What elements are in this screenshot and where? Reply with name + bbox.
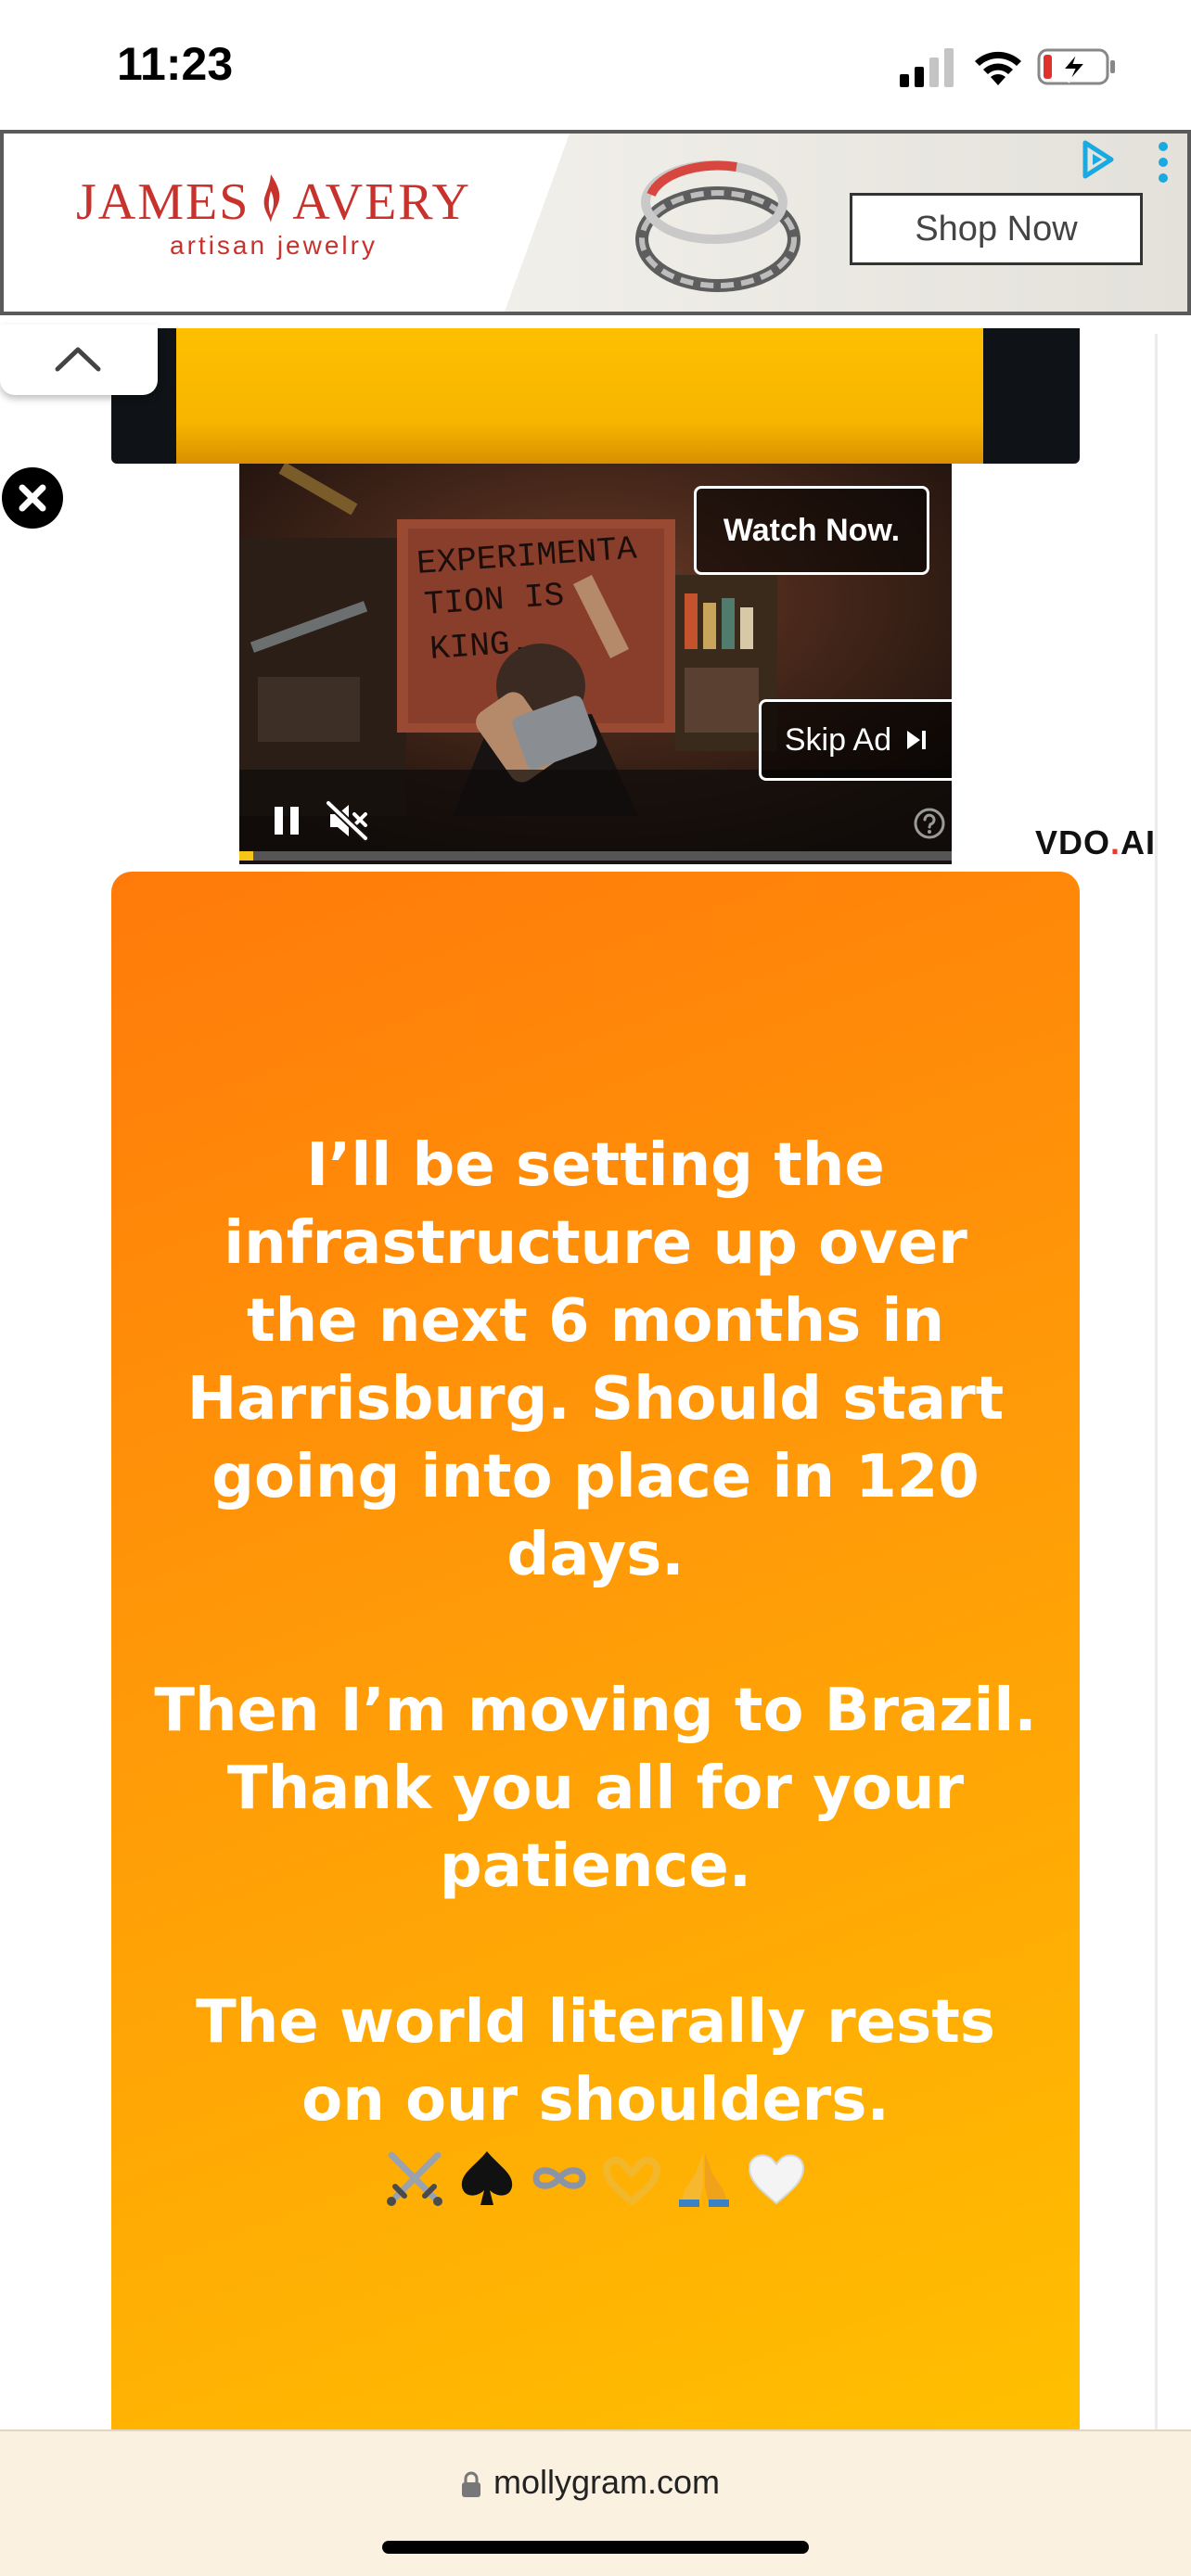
- story-text: I’ll be setting the infrastructure up ov…: [139, 1127, 1052, 2217]
- story-emoji-row: [139, 2139, 1052, 2217]
- crossed-swords-icon: [382, 2146, 447, 2211]
- folded-hands-icon: [672, 2146, 736, 2211]
- vdo-ai-logo[interactable]: VDO.AI: [1035, 823, 1156, 862]
- help-icon[interactable]: [913, 807, 946, 840]
- vdo-logo-name: VDO: [1035, 823, 1111, 861]
- lock-icon: [462, 2471, 480, 2497]
- white-heart-icon: [744, 2146, 809, 2211]
- adchoices-icon[interactable]: [1080, 139, 1117, 180]
- vertical-dots-icon[interactable]: [1154, 139, 1172, 185]
- video-ad-player[interactable]: EXPERIMENTA TION IS KING. Watch Now. Ski…: [239, 464, 952, 864]
- shop-now-button[interactable]: Shop Now: [850, 193, 1143, 265]
- flame-icon: [264, 174, 280, 223]
- skip-ad-button[interactable]: Skip Ad: [759, 699, 952, 781]
- infinity-icon: [527, 2146, 592, 2211]
- status-time: 11:23: [117, 38, 234, 90]
- video-progress-bar[interactable]: [239, 851, 952, 861]
- collapse-ad-button[interactable]: [0, 325, 158, 395]
- video-progress-fill: [239, 851, 254, 861]
- skip-forward-icon: [907, 731, 927, 749]
- previous-post-card: [111, 328, 1080, 464]
- chevron-up-icon: [55, 347, 101, 372]
- brand-tagline: artisan jewelry: [170, 231, 378, 260]
- previous-post-image: [176, 328, 983, 464]
- page-side-rail: [1155, 334, 1158, 2429]
- url-text[interactable]: mollygram.com: [493, 2463, 720, 2502]
- top-banner-ad[interactable]: JAMES AVERY artisan jewelry Shop Now: [0, 130, 1191, 315]
- watch-now-button[interactable]: Watch Now.: [694, 486, 929, 575]
- story-card: I’ll be setting the infrastructure up ov…: [111, 872, 1080, 2448]
- brand-name-left: JAMES: [76, 173, 250, 231]
- vdo-logo-dot: .: [1110, 823, 1121, 861]
- ring-product-image: [635, 160, 800, 292]
- brand-name: JAMES AVERY: [56, 172, 492, 230]
- story-paragraph-2: Then I’m moving to Brazil. Thank you all…: [154, 1677, 1037, 1901]
- brand-name-right: AVERY: [292, 173, 471, 231]
- status-bar: 11:23: [0, 0, 1191, 130]
- cellular-signal-icon: [900, 48, 954, 87]
- wifi-icon: [975, 51, 1021, 85]
- vdo-logo-suffix: AI: [1121, 823, 1157, 861]
- heart-hands-icon: [599, 2146, 664, 2211]
- browser-url-bar[interactable]: mollygram.com: [0, 2429, 1191, 2576]
- pause-icon[interactable]: [273, 805, 301, 836]
- skip-ad-label: Skip Ad: [784, 721, 892, 758]
- home-indicator[interactable]: [382, 2541, 809, 2554]
- battery-charging-icon: [1037, 48, 1115, 85]
- story-paragraph-1: I’ll be setting the infrastructure up ov…: [186, 1131, 1005, 1589]
- story-paragraph-3: The world literally rests on our shoulde…: [196, 1988, 995, 2135]
- james-avery-logo: JAMES AVERY artisan jewelry: [56, 172, 492, 274]
- close-ad-button[interactable]: [0, 465, 65, 530]
- spade-suit-icon: [455, 2146, 519, 2211]
- muted-speaker-icon[interactable]: [325, 799, 369, 842]
